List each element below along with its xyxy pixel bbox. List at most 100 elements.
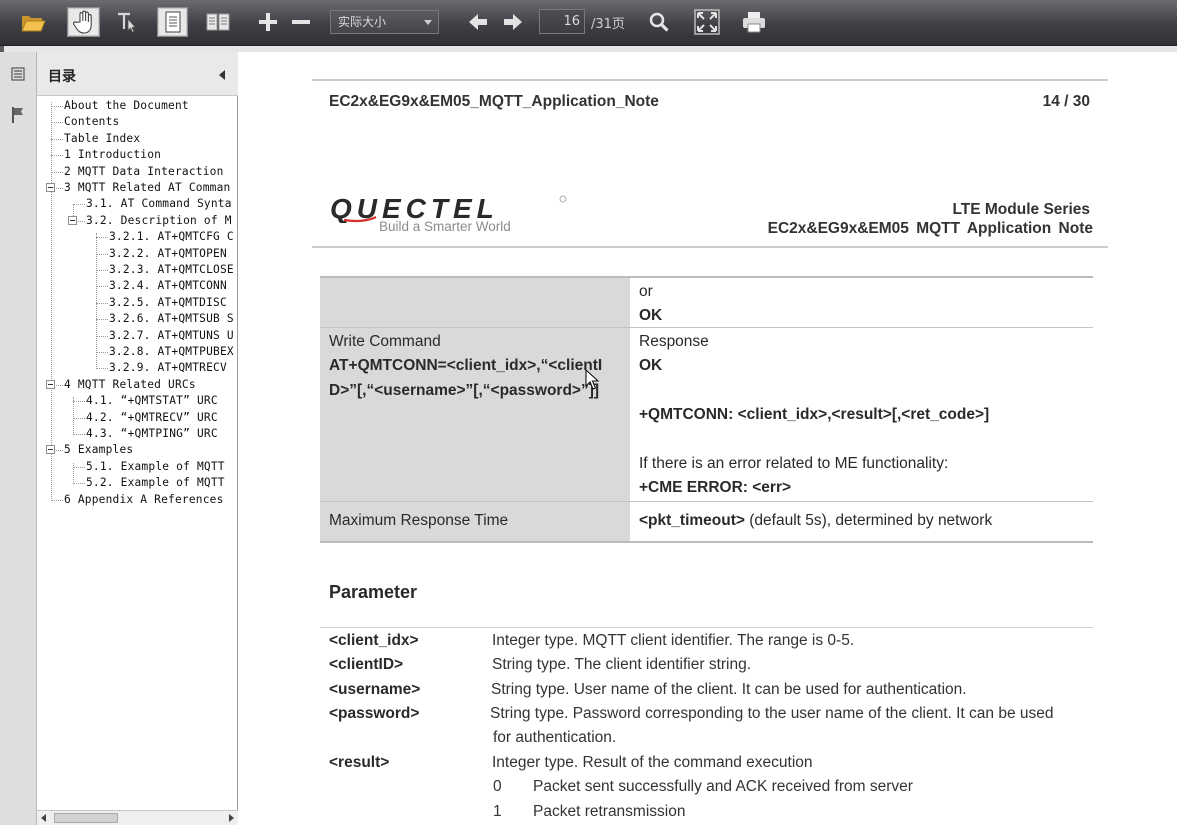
chevron-down-icon: [424, 20, 432, 25]
scroll-left-icon[interactable]: [41, 814, 46, 822]
zoom-select-value: 实际大小: [338, 15, 387, 29]
param-clientid: <clientID>: [329, 656, 404, 673]
zoom-select[interactable]: 实际大小: [330, 10, 439, 34]
outline-item[interactable]: 5 Examples: [64, 442, 133, 458]
outline-item[interactable]: 3.2. Description of M: [86, 213, 232, 229]
outline-item[interactable]: About the Document: [64, 98, 189, 114]
param-password-desc: String type. Password corresponding to t…: [490, 705, 1054, 722]
tree-branch-line: [51, 122, 63, 124]
next-page-icon[interactable]: [500, 7, 526, 37]
scroll-right-icon[interactable]: [229, 814, 234, 822]
outline-item[interactable]: 4.2. “+QMTRECV” URC: [86, 410, 218, 426]
tree-branch-line: [96, 352, 108, 353]
outline-item[interactable]: 4.3. “+QMTPING” URC: [86, 426, 218, 442]
sidebar-horizontal-scrollbar[interactable]: [37, 810, 238, 825]
tree-branch-line: [96, 253, 108, 255]
page-number-input[interactable]: 16: [539, 9, 585, 34]
tree-branch-line: [96, 237, 108, 239]
table-bottom-border: [320, 541, 1093, 543]
command-table: or OK Write Command AT+QMTCONN=<client_i…: [320, 276, 1093, 543]
response-or: or: [639, 283, 653, 300]
single-page-icon[interactable]: [157, 7, 188, 37]
pdf-page: EC2x&EG9x&EM05_MQTT_Application_Note 14 …: [312, 52, 1108, 825]
param-client-idx-desc: Integer type. MQTT client identifier. Th…: [492, 632, 855, 649]
outline-item[interactable]: 3.2.7. AT+QMTUNS U: [109, 328, 234, 344]
outline-item[interactable]: 1 Introduction: [64, 147, 161, 163]
collapse-node-icon[interactable]: [46, 379, 55, 389]
parameter-heading: Parameter: [329, 582, 418, 602]
zoom-in-icon[interactable]: [255, 7, 281, 37]
max-response-time-value: <pkt_timeout> (default 5s), determined b…: [639, 512, 992, 530]
param-password: <password>: [329, 705, 420, 722]
outline-item[interactable]: 3.1. AT Command Synta: [86, 196, 232, 212]
fullscreen-icon[interactable]: [692, 7, 722, 37]
outline-sidebar: 目录 About the Document Contents Table Index…: [37, 52, 238, 825]
result-code-1-desc: Packet retransmission: [533, 803, 686, 820]
scrollbar-thumb[interactable]: [54, 813, 118, 823]
tree-branch-line: [73, 204, 85, 206]
search-icon[interactable]: [645, 7, 673, 37]
error-note: If there is an error related to ME funct…: [639, 455, 949, 472]
collapse-node-icon[interactable]: [46, 183, 55, 192]
outline-item[interactable]: 5.1. Example of MQTT: [86, 459, 225, 475]
param-client-idx: <client_idx>: [329, 632, 419, 649]
tree-branch-line: [96, 286, 108, 288]
tree-branch-line: [73, 466, 85, 468]
outline-item[interactable]: 4 MQTT Related URCs: [64, 377, 196, 393]
param-password-desc-cont: for authentication.: [493, 729, 617, 746]
outline-item[interactable]: Table Index: [64, 131, 140, 147]
collapse-node-icon[interactable]: [68, 215, 77, 225]
tree-branch-line: [51, 155, 63, 157]
outline-item[interactable]: 5.2. Example of MQTT: [86, 475, 225, 491]
outline-item[interactable]: 3 MQTT Related AT Comman: [64, 180, 230, 196]
outline-item[interactable]: 3.2.1. AT+QMTCFG C: [109, 229, 234, 245]
outline-item[interactable]: 3.2.3. AT+QMTCLOSE: [109, 262, 234, 278]
outline-item[interactable]: 6 Appendix A References: [64, 492, 224, 508]
param-username-desc: String type. User name of the client. It…: [491, 681, 967, 698]
print-icon[interactable]: [739, 7, 769, 37]
table-row-divider: [320, 327, 1093, 328]
bookmarks-panel-icon[interactable]: [11, 67, 25, 86]
outline-item[interactable]: 4.1. “+QMTSTAT” URC: [86, 393, 218, 409]
hand-tool-icon[interactable]: [67, 7, 100, 37]
collapse-node-icon[interactable]: [46, 445, 55, 455]
outline-item[interactable]: 3.2.5. AT+QMTDISC: [109, 295, 227, 311]
max-response-time-text: (default 5s), determined by network: [744, 512, 993, 529]
response-ok-top: OK: [639, 307, 663, 324]
tree-branch-line: [73, 417, 85, 419]
flag-icon[interactable]: [11, 106, 25, 129]
write-command-label: Write Command: [329, 333, 441, 350]
tree-guide-line: [51, 102, 52, 501]
previous-page-icon[interactable]: [465, 7, 491, 37]
outline-item[interactable]: 3.2.9. AT+QMTRECV: [109, 360, 227, 376]
table-top-border: [320, 276, 1093, 278]
parameter-rule: [320, 627, 1093, 628]
tree-guide-line: [73, 397, 74, 435]
outline-item[interactable]: 2 MQTT Data Interaction: [64, 164, 224, 180]
tree-branch-line: [96, 335, 108, 337]
header-rule-top: [312, 79, 1108, 81]
write-command-syntax-line1: AT+QMTCONN=<client_idx>,“<clientI: [329, 357, 603, 374]
outline-item[interactable]: 3.2.4. AT+QMTCONN: [109, 278, 227, 294]
response-label: Response: [639, 333, 709, 350]
outline-item[interactable]: 3.2.2. AT+QMTOPEN: [109, 246, 227, 262]
outline-item[interactable]: 3.2.8. AT+QMTPUBEX: [109, 344, 234, 360]
outline-header: 目录: [37, 52, 238, 96]
param-result: <result>: [329, 754, 390, 771]
two-page-icon[interactable]: [202, 7, 234, 37]
tree-branch-line: [96, 270, 108, 271]
zoom-out-icon[interactable]: [288, 7, 314, 37]
outline-item[interactable]: Contents: [64, 114, 119, 130]
header-rule-bottom: [312, 246, 1108, 248]
tree-branch-line: [96, 302, 108, 304]
tree-branch-line: [73, 401, 85, 403]
open-folder-icon[interactable]: [16, 7, 50, 37]
outline-item[interactable]: 3.2.6. AT+QMTSUB S: [109, 311, 234, 327]
collapse-sidebar-icon[interactable]: [219, 70, 225, 80]
page-total-label: /31页: [591, 17, 625, 32]
tree-branch-line: [73, 483, 85, 485]
select-text-icon[interactable]: [113, 7, 141, 37]
running-header-title: EC2x&EG9x&EM05_MQTT_Application_Note: [329, 93, 659, 110]
error-code: +CME ERROR: <err>: [639, 479, 792, 496]
navigation-panel-strip: [0, 52, 37, 825]
